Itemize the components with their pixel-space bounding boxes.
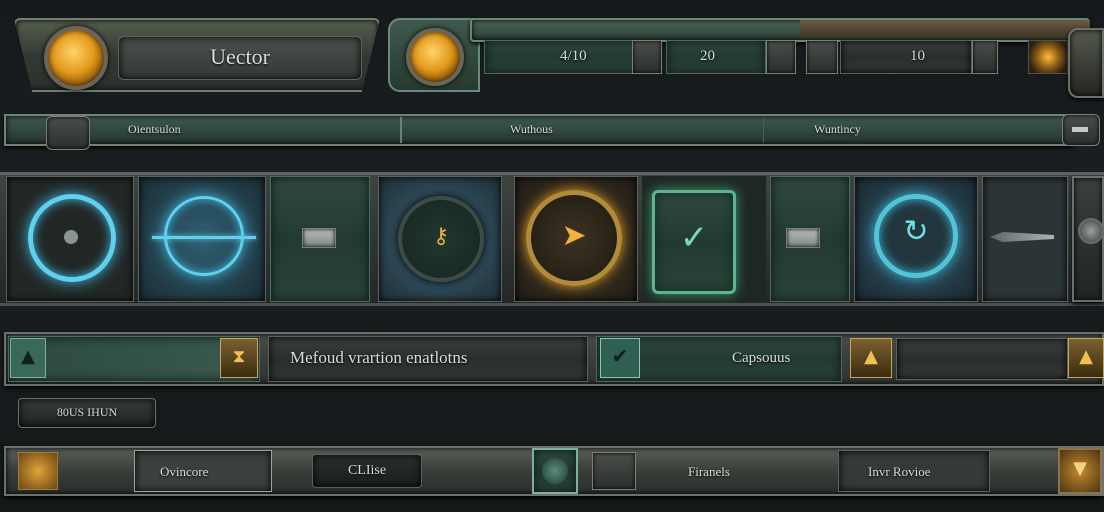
lock-button[interactable]: [1068, 28, 1104, 98]
pencil-icon[interactable]: [592, 452, 636, 490]
tab-wuthous[interactable]: [404, 117, 764, 143]
tab-wuntincy[interactable]: [764, 117, 1064, 143]
tab-label-2: Wuthous: [510, 122, 553, 136]
bottom-left-label: Ovincore: [160, 464, 209, 479]
counter-value-2: 20: [700, 48, 715, 64]
hourglass-glyph: ⧗: [232, 346, 246, 367]
menu-icon: [302, 228, 336, 248]
counter-step-1[interactable]: [632, 40, 662, 74]
bottom-right-label: Invr Rovioe: [868, 464, 931, 479]
gold-orb-icon[interactable]: [44, 26, 108, 90]
info-end-slot: [896, 338, 1068, 380]
counter-step-4[interactable]: [972, 40, 998, 74]
menu-icon: [786, 228, 820, 248]
status-button-label: 80US IHUN: [56, 405, 118, 419]
alert-glyph: ▲: [1079, 346, 1093, 367]
target-icon-center: [64, 230, 78, 244]
trophy-glyph: ▼: [1073, 458, 1087, 479]
center-orb-icon: [542, 458, 568, 484]
warning-glyph: ▲: [864, 346, 878, 367]
scroll-knob[interactable]: [1078, 218, 1104, 244]
spark-icon[interactable]: [1028, 40, 1068, 74]
minus-icon: [1072, 127, 1088, 132]
tab-label-1: Oientsulon: [128, 122, 181, 136]
key-glyph: ⚷: [432, 224, 450, 249]
compass-needle: ➤: [561, 218, 587, 253]
bottom-mid-label: Firanels: [688, 464, 730, 479]
tab-label-3: Wuntincy: [814, 122, 861, 136]
shield-icon[interactable]: [18, 452, 58, 490]
counter-step-2[interactable]: [766, 40, 796, 74]
info-message: Mefoud vrartion enatlotns: [290, 348, 468, 367]
counter-step-3[interactable]: [806, 40, 838, 74]
triangle-glyph: ▲: [21, 346, 35, 367]
counter-rail-gold: [800, 20, 1090, 38]
tab-bar-lock-icon[interactable]: [46, 116, 90, 150]
crosshair-line: [152, 236, 256, 239]
close-button-label: CLIise: [347, 463, 387, 478]
info-right-label: Capsouus: [732, 350, 791, 366]
checkmark-glyph: ✓: [679, 218, 709, 258]
check-box-glyph: ✔: [611, 344, 629, 368]
star-orb-icon[interactable]: [406, 28, 464, 86]
counter-value-3: 10: [910, 48, 925, 64]
refresh-glyph: ↻: [903, 214, 929, 249]
page-title: Uector: [210, 44, 270, 69]
